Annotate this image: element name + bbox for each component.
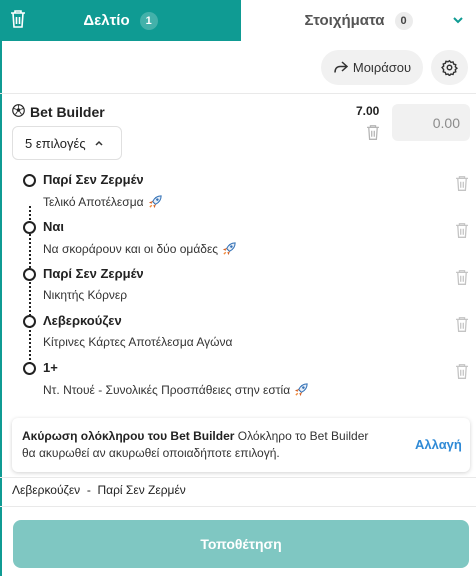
leg-market: Να σκοράρουν και οι δύο ομάδες <box>43 241 237 256</box>
settings-button[interactable] <box>431 50 468 85</box>
leg-item: 1+ Ντ. Ντουέ - Συνολικές Προσπάθειες στη… <box>0 360 476 406</box>
leg-selection: Ναι <box>43 219 64 234</box>
chevron-down-icon[interactable] <box>452 13 464 31</box>
leg-item: Παρί Σεν Ζερμέν Τελικό Αποτέλεσμα <box>0 172 476 218</box>
slip-tabs: Δελτίο 1 Στοιχήματα 0 <box>0 0 476 41</box>
cancel-rule-text: Ακύρωση ολόκληρου του Bet Builder Ολόκλη… <box>22 428 382 462</box>
share-arrow-icon <box>334 61 348 73</box>
leg-dot <box>23 268 36 281</box>
chevron-up-icon <box>95 140 103 146</box>
selections-toggle[interactable]: 5 επιλογές <box>12 126 122 160</box>
leg-market: Νικητής Κόρνερ <box>43 288 127 302</box>
gear-icon <box>441 59 458 76</box>
cancel-rule-title: Ακύρωση ολόκληρου του Bet Builder <box>22 429 235 443</box>
leg-market: Ντ. Ντουέ - Συνολικές Προσπάθειες στην ε… <box>43 382 309 397</box>
remove-leg-trash-icon[interactable] <box>455 175 469 197</box>
leg-dot <box>23 362 36 375</box>
leg-market-label: Ντ. Ντουέ - Συνολικές Προσπάθειες στην ε… <box>43 382 291 397</box>
leg-item: Ναι Να σκοράρουν και οι δύο ομάδες <box>0 219 476 265</box>
place-bet-label: Τοποθέτηση <box>200 536 282 552</box>
tab-my-bets[interactable]: Στοιχήματα 0 <box>241 0 476 41</box>
change-cancel-rule-link[interactable]: Αλλαγή <box>415 437 462 452</box>
tab-my-bets-count-badge: 0 <box>394 11 413 30</box>
section-divider <box>0 506 476 507</box>
rocket-boost-icon <box>148 195 162 209</box>
leg-dot <box>23 315 36 328</box>
leg-selection: 1+ <box>43 360 58 375</box>
leg-market-label: Κίτρινες Κάρτες Αποτέλεσμα Αγώνα <box>43 335 233 349</box>
leg-dot <box>23 221 36 234</box>
place-bet-button[interactable]: Τοποθέτηση <box>13 520 469 568</box>
tab-betslip[interactable]: Δελτίο 1 <box>0 0 241 41</box>
section-divider <box>0 93 476 94</box>
football-icon <box>12 104 25 120</box>
tab-betslip-count-badge: 1 <box>139 11 158 30</box>
leg-market-label: Νικητής Κόρνερ <box>43 288 128 302</box>
leg-item: Λεβερκούζεν Κίτρινες Κάρτες Αποτέλεσμα Α… <box>0 313 476 359</box>
match-name: Λεβερκούζεν - Παρί Σεν Ζερμέν <box>12 483 186 497</box>
remove-bet-builder-trash-icon[interactable] <box>366 124 380 146</box>
leg-market: Κίτρινες Κάρτες Αποτέλεσμα Αγώνα <box>43 335 232 349</box>
rocket-boost-icon <box>222 242 236 256</box>
share-button-label: Μοιράσου <box>352 60 412 75</box>
remove-leg-trash-icon[interactable] <box>455 316 469 338</box>
remove-leg-trash-icon[interactable] <box>455 222 469 244</box>
leg-market-label: Τελικό Αποτέλεσμα <box>43 194 144 209</box>
bet-builder-title-label: Bet Builder <box>30 104 105 120</box>
rocket-boost-icon <box>295 383 308 397</box>
bet-builder-title: Bet Builder <box>12 104 105 120</box>
tab-betslip-label: Δελτίο <box>83 12 130 29</box>
leg-selection: Παρί Σεν Ζερμέν <box>43 172 144 187</box>
share-button[interactable]: Μοιράσου <box>321 50 423 85</box>
leg-market: Τελικό Αποτέλεσμα <box>43 194 163 209</box>
remove-leg-trash-icon[interactable] <box>455 269 469 291</box>
selections-count-label: 5 επιλογές <box>25 135 86 151</box>
remove-leg-trash-icon[interactable] <box>455 363 469 385</box>
leg-item: Παρί Σεν Ζερμέν Νικητής Κόρνερ <box>0 266 476 312</box>
clear-slip-trash-icon[interactable] <box>10 9 26 34</box>
tab-my-bets-label: Στοιχήματα <box>304 12 385 29</box>
section-divider <box>0 477 476 478</box>
stake-input[interactable] <box>392 104 470 141</box>
leg-dot <box>23 174 36 187</box>
leg-selection: Παρί Σεν Ζερμέν <box>43 266 144 281</box>
cancel-rule-notice: Ακύρωση ολόκληρου του Bet Builder Ολόκλη… <box>12 418 470 472</box>
leg-selection: Λεβερκούζεν <box>43 313 122 328</box>
bet-builder-odds: 7.00 <box>356 104 380 118</box>
leg-market-label: Να σκοράρουν και οι δύο ομάδες <box>43 241 219 256</box>
